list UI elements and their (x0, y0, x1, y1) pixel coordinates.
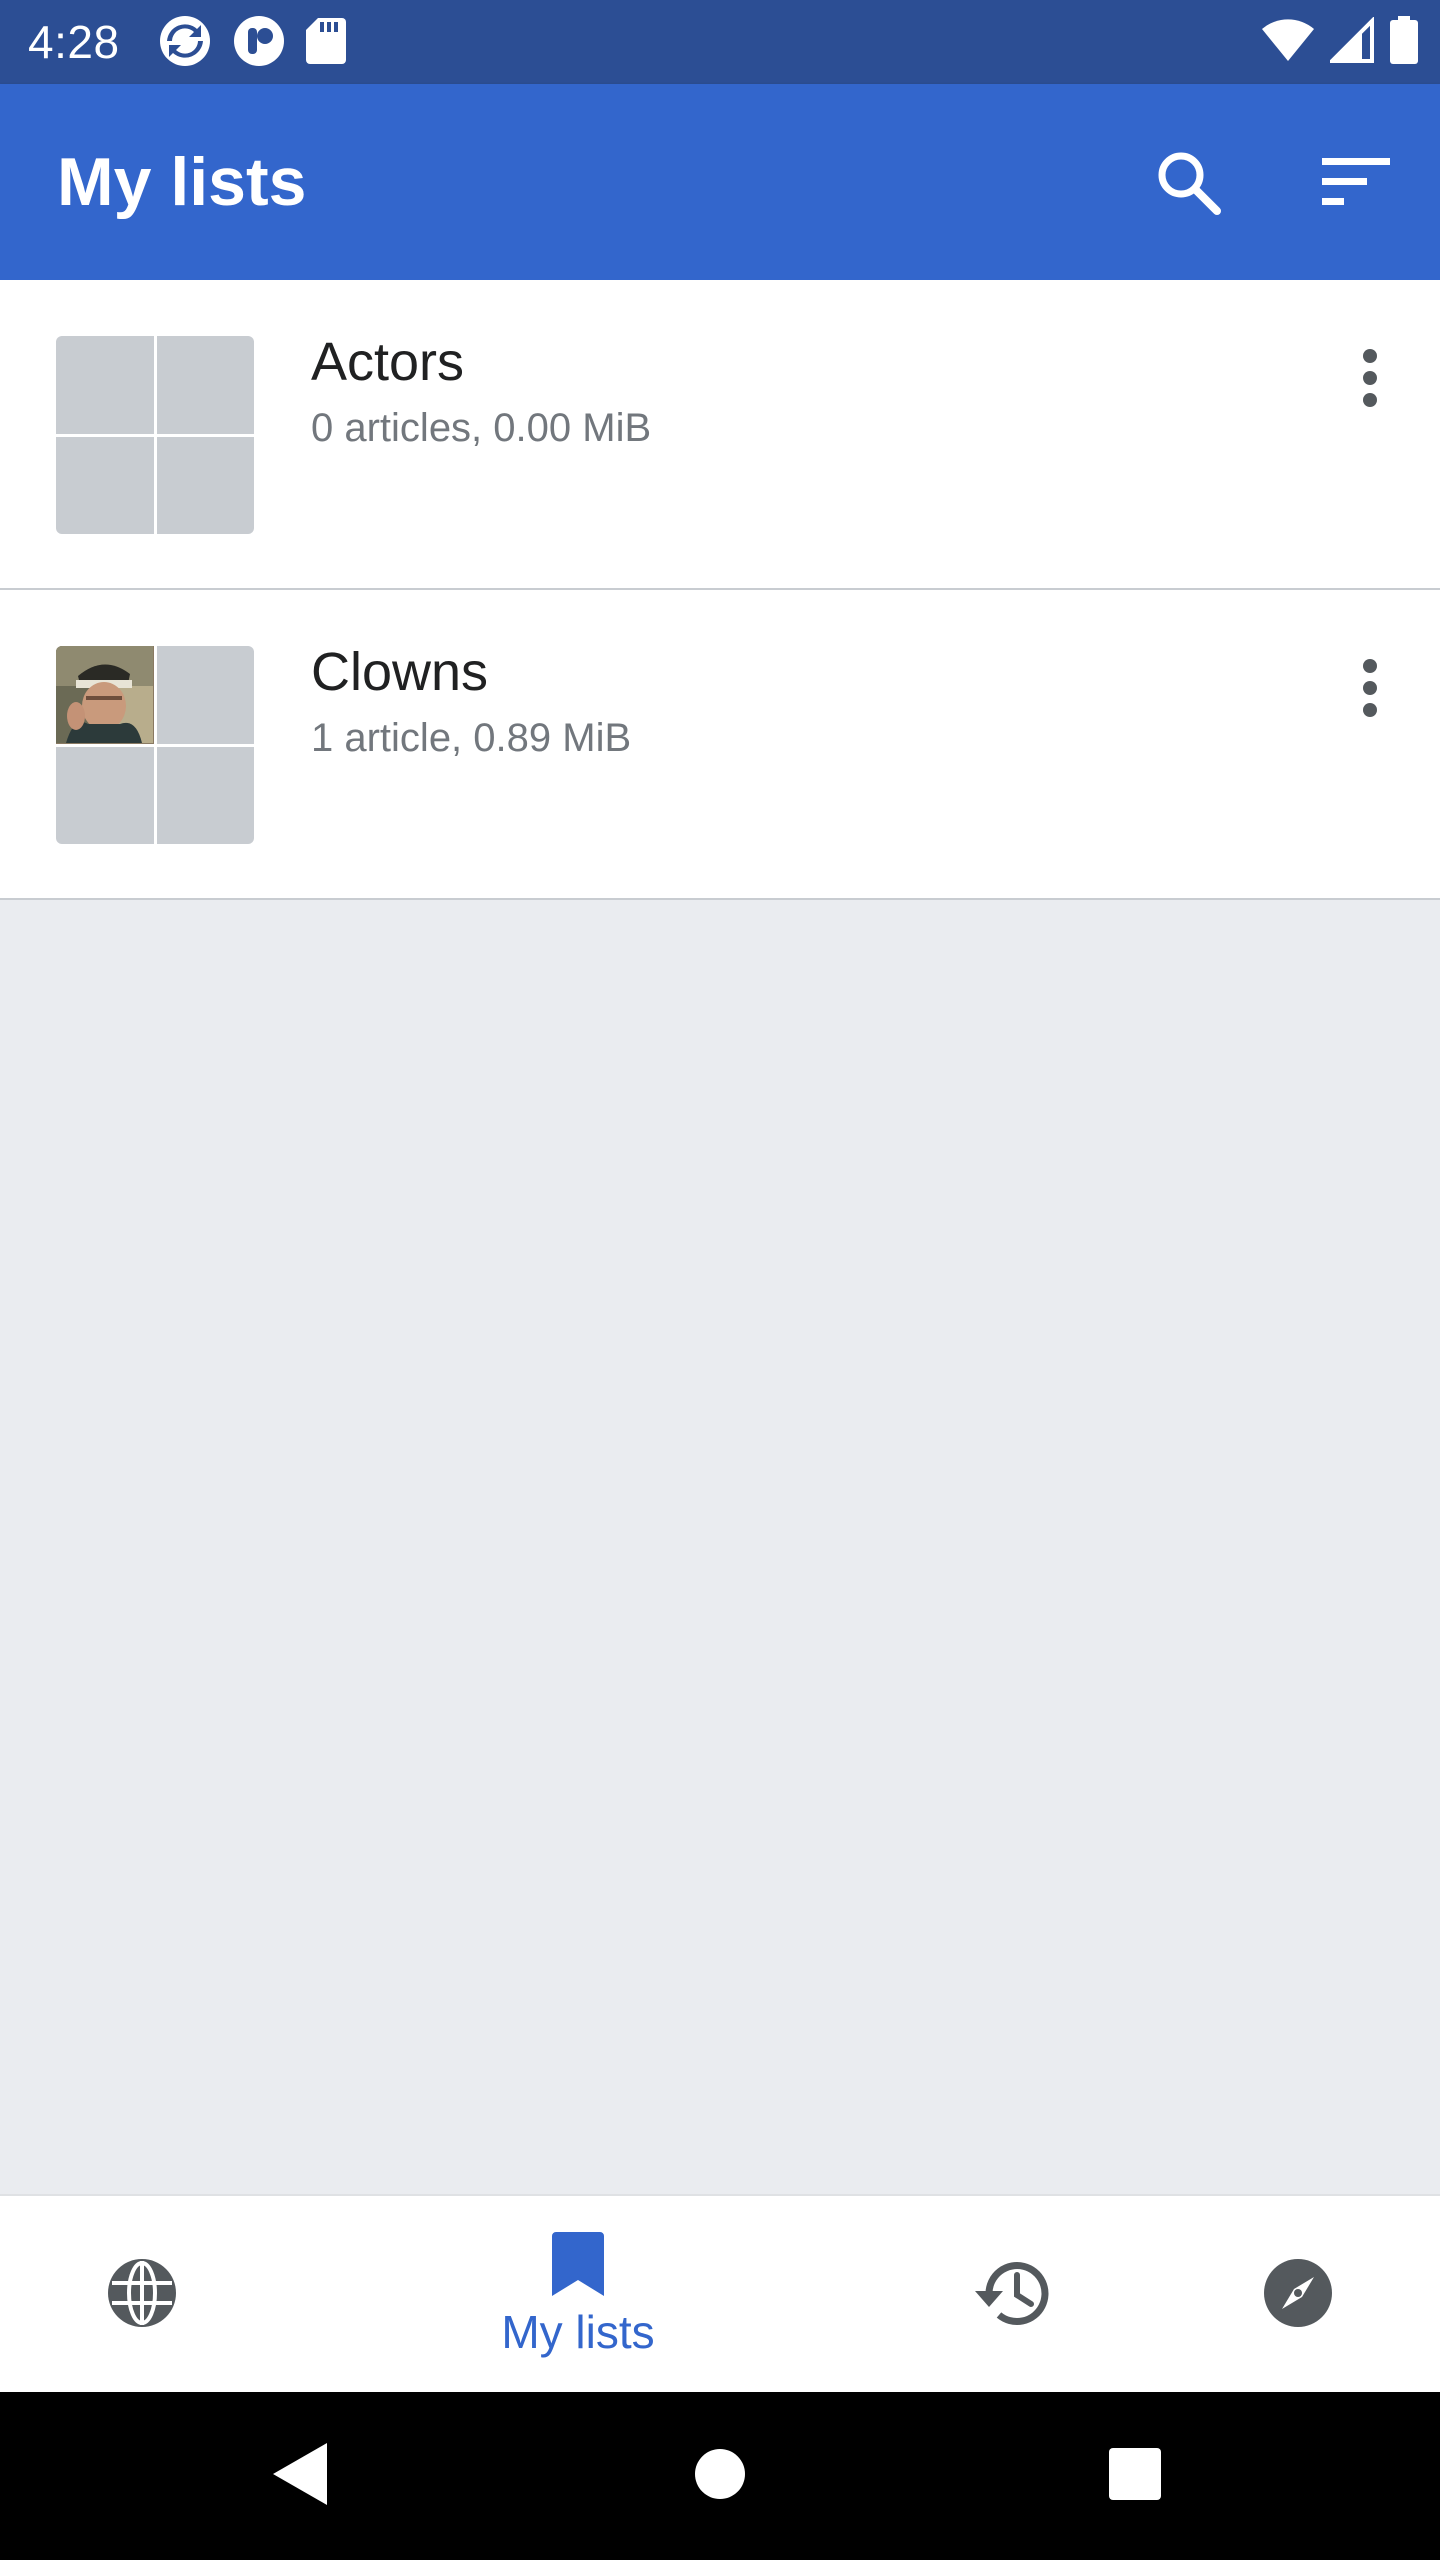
bookmark-icon (552, 2231, 604, 2301)
page-title: My lists (57, 144, 307, 220)
status-bar: 4:28 (0, 0, 1440, 84)
list-item-clowns[interactable]: Clowns 1 article, 0.89 MiB (0, 590, 1440, 900)
search-icon (1155, 149, 1221, 220)
list-thumbnail-grid (56, 646, 254, 844)
back-triangle-icon (273, 2442, 327, 2510)
globe-icon (106, 2257, 178, 2334)
thumbnail-placeholder (156, 336, 254, 434)
nav-history[interactable] (953, 2196, 1073, 2394)
wifi-icon (1262, 17, 1314, 63)
list-subtitle: 0 articles, 0.00 MiB (311, 406, 652, 450)
list-title: Clowns (311, 642, 489, 702)
nav-explore[interactable] (82, 2196, 202, 2394)
app-notification-icon (232, 14, 286, 68)
home-button[interactable] (670, 2426, 770, 2526)
status-time: 4:28 (28, 16, 120, 68)
bottom-navigation: My lists (0, 2194, 1440, 2392)
battery-icon (1390, 16, 1418, 64)
sort-icon (1322, 157, 1390, 211)
nav-my-lists-label: My lists (501, 2305, 655, 2358)
sort-button[interactable] (1308, 136, 1404, 232)
article-photo (56, 646, 154, 744)
cell-signal-icon (1330, 17, 1374, 63)
thumbnail-placeholder (56, 436, 154, 534)
nav-my-lists[interactable]: My lists (478, 2196, 678, 2394)
list-overflow-button[interactable] (1340, 330, 1400, 430)
thumbnail-placeholder (156, 436, 254, 534)
search-button[interactable] (1140, 136, 1236, 232)
thumbnail-placeholder (156, 746, 254, 844)
thumbnail-placeholder (156, 646, 254, 744)
more-vert-icon (1362, 658, 1378, 723)
recents-button[interactable] (1085, 2426, 1185, 2526)
recents-square-icon (1109, 2447, 1161, 2505)
more-vert-icon (1362, 348, 1378, 413)
reading-lists: Actors 0 articles, 0.00 MiB Clowns 1 art… (0, 280, 1440, 900)
thumbnail-placeholder (56, 336, 154, 434)
nav-nearby[interactable] (1238, 2196, 1358, 2394)
back-button[interactable] (250, 2426, 350, 2526)
list-overflow-button[interactable] (1340, 640, 1400, 740)
sync-notification-icon (158, 14, 212, 68)
history-icon (975, 2257, 1051, 2334)
app-bar: My lists (0, 84, 1440, 280)
list-thumbnail-grid (56, 336, 254, 534)
system-navigation-bar (0, 2392, 1440, 2560)
thumbnail-placeholder (56, 746, 154, 844)
sd-card-icon (306, 18, 346, 64)
list-title: Actors (311, 332, 465, 392)
compass-icon (1262, 2257, 1334, 2334)
list-subtitle: 1 article, 0.89 MiB (311, 716, 632, 760)
home-circle-icon (694, 2448, 746, 2505)
list-item-actors[interactable]: Actors 0 articles, 0.00 MiB (0, 280, 1440, 590)
